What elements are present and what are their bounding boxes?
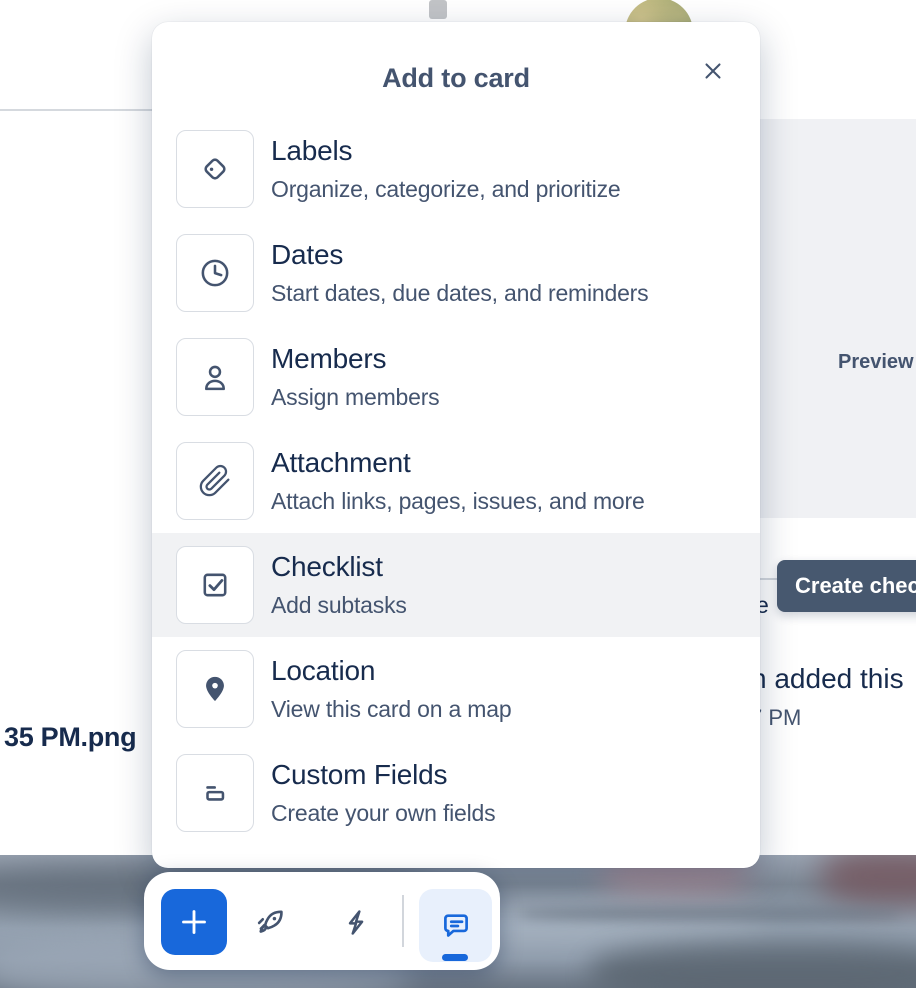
item-text: Dates Start dates, due dates, and remind… xyxy=(271,238,649,308)
clock-icon xyxy=(176,234,254,312)
screen: 35 PM.png Preview e n added this 7 PM Ad… xyxy=(0,0,916,988)
checkbox-icon xyxy=(176,546,254,624)
item-subtitle: Add subtasks xyxy=(271,592,407,618)
toolbar-divider xyxy=(402,895,404,947)
custom-fields-icon xyxy=(176,754,254,832)
background-divider-fragment xyxy=(758,578,779,580)
add-button[interactable] xyxy=(161,889,227,955)
tag-icon xyxy=(176,130,254,208)
item-text: Checklist Add subtasks xyxy=(271,550,407,620)
item-text: Attachment Attach links, pages, issues, … xyxy=(271,446,645,516)
plus-icon xyxy=(182,910,206,934)
power-ups-button[interactable] xyxy=(237,889,303,955)
paperclip-icon xyxy=(176,442,254,520)
item-subtitle: Create your own fields xyxy=(271,800,496,826)
blur-blob xyxy=(520,907,900,921)
add-to-card-list: Labels Organize, categorize, and priorit… xyxy=(152,117,760,845)
item-title: Labels xyxy=(271,135,353,166)
close-button[interactable] xyxy=(698,56,728,86)
item-labels[interactable]: Labels Organize, categorize, and priorit… xyxy=(152,117,760,221)
item-text: Members Assign members xyxy=(271,342,440,412)
activity-text: n added this xyxy=(751,663,904,694)
item-text: Location View this card on a map xyxy=(271,654,512,724)
item-subtitle: Start dates, due dates, and reminders xyxy=(271,280,649,306)
comment-icon xyxy=(443,913,468,937)
item-dates[interactable]: Dates Start dates, due dates, and remind… xyxy=(152,221,760,325)
automation-button[interactable] xyxy=(322,889,388,955)
item-title: Custom Fields xyxy=(271,759,448,790)
modal-title: Add to card xyxy=(382,63,530,93)
item-checklist[interactable]: Checklist Add subtasks xyxy=(152,533,760,637)
item-text: Labels Organize, categorize, and priorit… xyxy=(271,134,621,204)
preview-button[interactable]: Preview xyxy=(838,351,914,374)
item-members[interactable]: Members Assign members xyxy=(152,325,760,429)
lightning-icon xyxy=(348,909,363,935)
comments-button[interactable] xyxy=(419,889,492,962)
close-icon xyxy=(705,63,721,79)
item-subtitle: Assign members xyxy=(271,384,440,410)
active-tab-indicator xyxy=(442,954,468,961)
attachment-preview-panel xyxy=(758,119,916,518)
item-title: Members xyxy=(271,343,387,374)
page-divider-line xyxy=(0,109,160,111)
add-to-card-modal: Add to card Labels Organize, categorize,… xyxy=(152,22,760,868)
location-pin-icon xyxy=(176,650,254,728)
item-title: Location xyxy=(271,655,376,686)
item-location[interactable]: Location View this card on a map xyxy=(152,637,760,741)
card-action-toolbar xyxy=(144,872,500,970)
item-subtitle: Attach links, pages, issues, and more xyxy=(271,488,645,514)
blur-blob xyxy=(820,855,916,905)
person-icon xyxy=(176,338,254,416)
item-subtitle: Organize, categorize, and prioritize xyxy=(271,176,621,202)
item-subtitle: View this card on a map xyxy=(271,696,512,722)
item-title: Dates xyxy=(271,239,344,270)
item-text: Custom Fields Create your own fields xyxy=(271,758,496,828)
item-title: Attachment xyxy=(271,447,411,478)
scrollbar-fragment xyxy=(429,0,447,19)
item-attachment[interactable]: Attachment Attach links, pages, issues, … xyxy=(152,429,760,533)
item-custom-fields[interactable]: Custom Fields Create your own fields xyxy=(152,741,760,845)
rocket-icon xyxy=(257,910,283,933)
item-title: Checklist xyxy=(271,551,383,582)
attachment-filename: 35 PM.png xyxy=(4,722,137,752)
create-checklist-tooltip: Create checklist xyxy=(777,560,916,612)
blur-blob xyxy=(590,943,916,988)
